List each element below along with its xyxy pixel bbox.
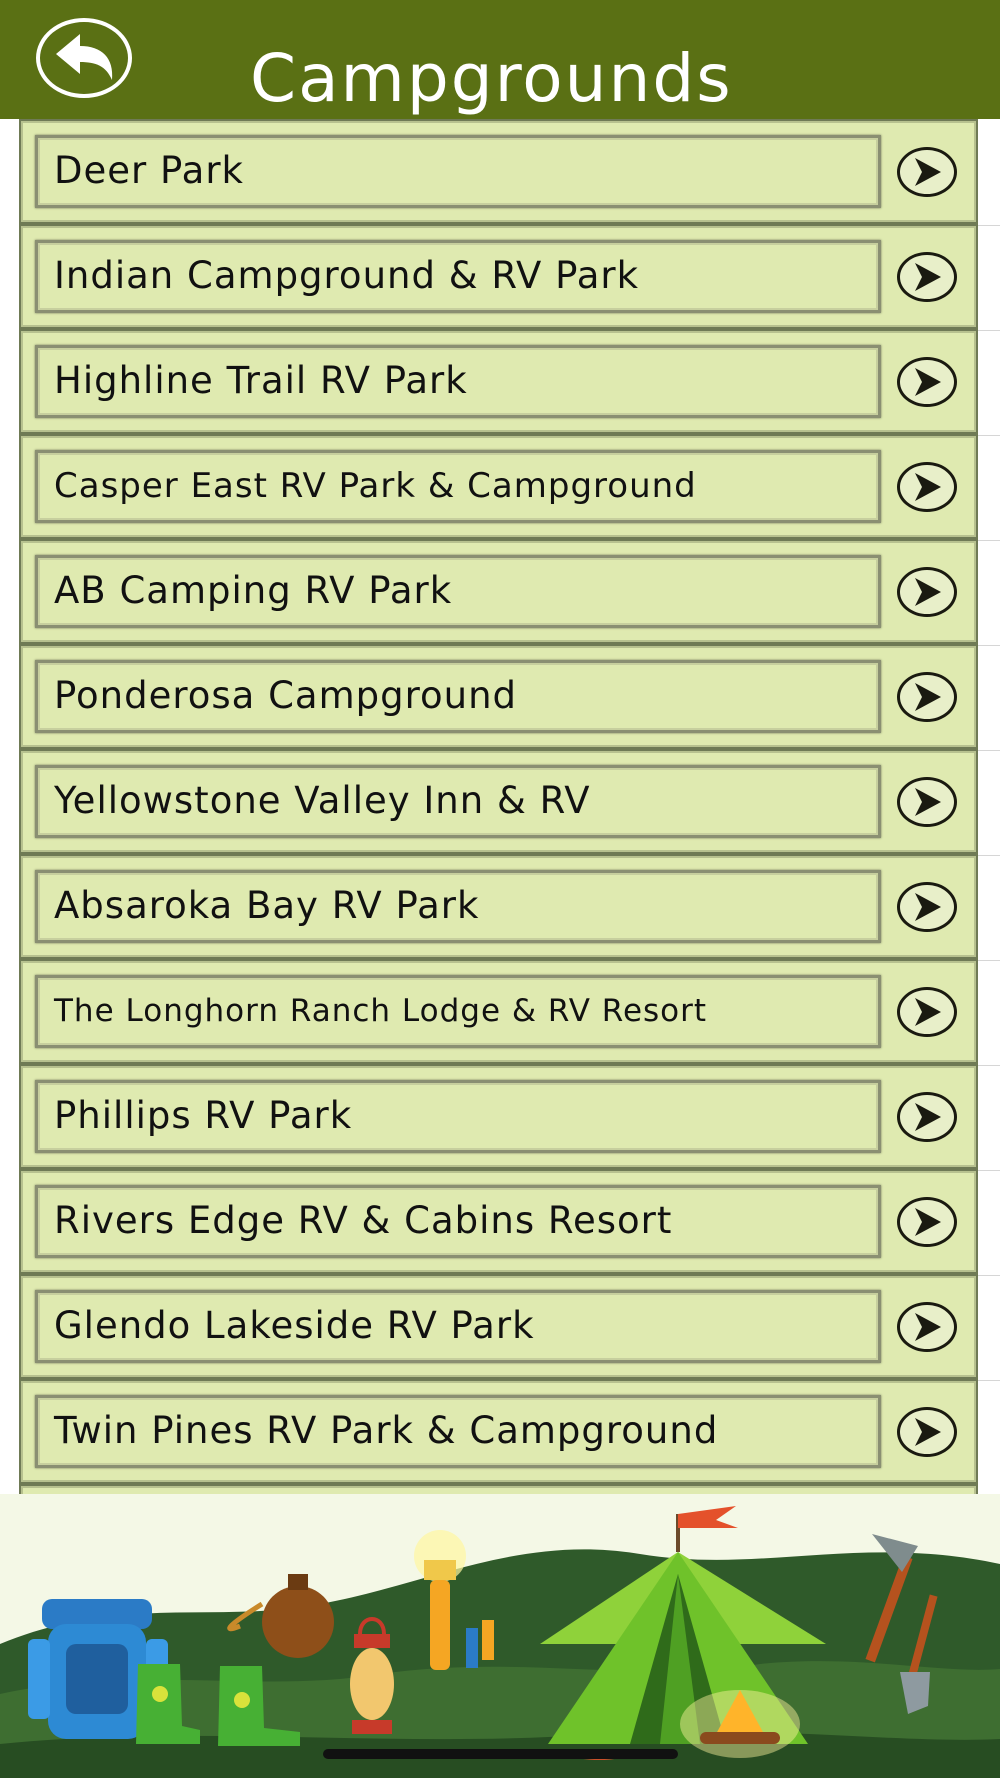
list-divider-lines [978,119,1000,1494]
camping-illustration [0,1494,1000,1778]
campfire-icon [680,1690,800,1758]
campground-name: Deer Park [54,149,244,192]
chevron-right-circle-icon[interactable] [897,1092,957,1142]
campground-name: Highline Trail RV Park [54,359,468,402]
campground-name: Yellowstone Valley Inn & RV [54,779,591,822]
list-item[interactable]: Casper East RV Park & Campground [19,434,978,539]
chevron-right-circle-icon[interactable] [897,672,957,722]
chevron-right-circle-icon[interactable] [897,1407,957,1457]
list-item[interactable]: The Longhorn Ranch Lodge & RV Resort [19,959,978,1064]
list-item[interactable]: Twin Pines RV Park & Campground [19,1379,978,1484]
campground-name: Twin Pines RV Park & Campground [54,1409,719,1452]
chevron-right-circle-icon[interactable] [897,1302,957,1352]
page-title: Campgrounds [250,40,733,117]
list-item[interactable]: Yellowstone Valley Inn & RV [19,749,978,854]
chevron-right-circle-icon[interactable] [897,147,957,197]
list-item[interactable]: Rivers Edge RV & Cabins Resort [19,1169,978,1274]
list-item[interactable]: AB Camping RV Park [19,539,978,644]
back-button[interactable] [36,18,132,98]
chevron-right-circle-icon[interactable] [897,357,957,407]
campground-name: Ponderosa Campground [54,674,518,717]
campground-list: Deer Park Indian Campground & RV Park Hi… [19,119,978,1494]
chevron-right-circle-icon[interactable] [897,987,957,1037]
chevron-right-circle-icon[interactable] [897,882,957,932]
list-item[interactable]: Glendo Lakeside RV Park [19,1274,978,1379]
back-arrow-icon [56,34,113,80]
campground-name: Casper East RV Park & Campground [54,466,697,506]
camping-scene-image [0,1494,1000,1778]
list-item[interactable]: Deer Park [19,119,978,224]
chevron-right-circle-icon[interactable] [897,567,957,617]
chevron-right-circle-icon[interactable] [897,777,957,827]
campground-name: Rivers Edge RV & Cabins Resort [54,1199,673,1242]
campground-name: The Longhorn Ranch Lodge & RV Resort [54,993,708,1029]
campground-name: Indian Campground & RV Park [54,254,640,297]
chevron-right-circle-icon[interactable] [897,1197,957,1247]
home-indicator[interactable] [323,1749,678,1759]
list-item[interactable]: Indian Campground & RV Park [19,224,978,329]
campground-name: Phillips RV Park [54,1094,353,1137]
list-item[interactable]: Highline Trail RV Park [19,329,978,434]
chevron-right-circle-icon[interactable] [897,462,957,512]
app-header: Campgrounds [0,0,1000,119]
list-item[interactable] [19,1484,978,1494]
campground-name: Glendo Lakeside RV Park [54,1304,535,1347]
list-item[interactable]: Phillips RV Park [19,1064,978,1169]
campground-name: AB Camping RV Park [54,569,453,612]
campground-name: Absaroka Bay RV Park [54,884,480,927]
list-item[interactable]: Ponderosa Campground [19,644,978,749]
chevron-right-circle-icon[interactable] [897,252,957,302]
list-item[interactable]: Absaroka Bay RV Park [19,854,978,959]
